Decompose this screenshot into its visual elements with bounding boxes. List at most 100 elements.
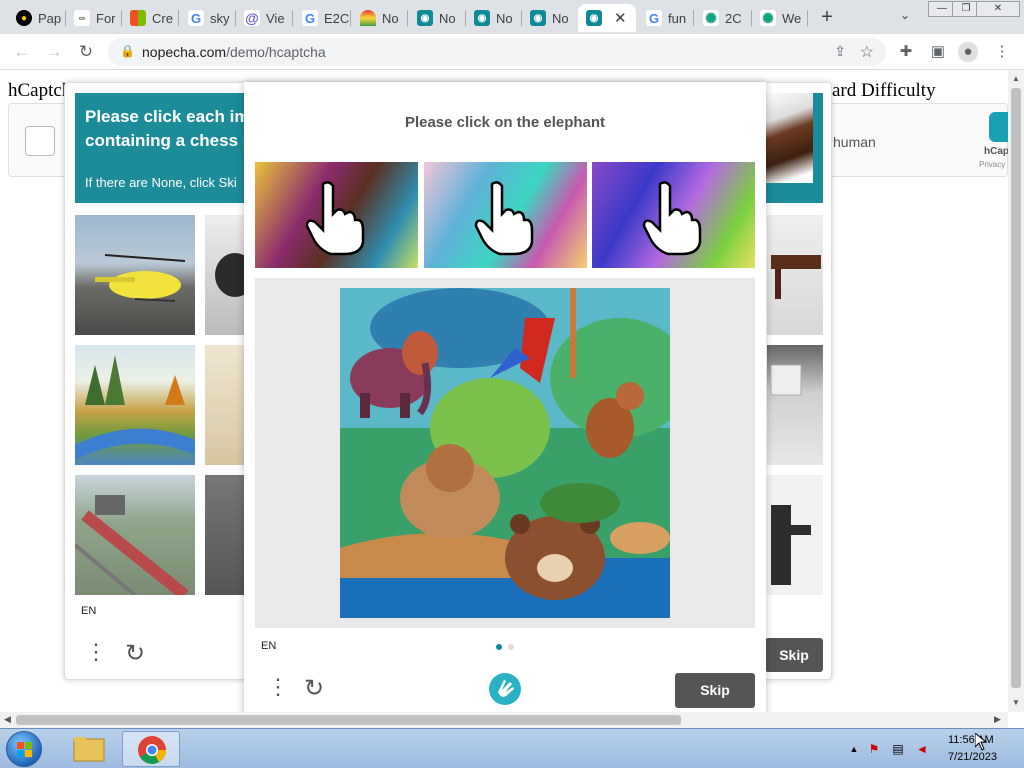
scroll-down-arrow-icon[interactable]: ▼ bbox=[1012, 698, 1020, 707]
tab-for[interactable]: ∞ For bbox=[66, 4, 123, 32]
pointer-hand-icon bbox=[642, 181, 702, 256]
tab-e2c[interactable]: G E2C bbox=[294, 4, 351, 32]
tab-label: No bbox=[496, 10, 513, 26]
privacy-link[interactable]: Privacy bbox=[979, 160, 1005, 169]
tab-no-rainbow[interactable]: No bbox=[352, 4, 409, 32]
tab-separator bbox=[407, 10, 408, 26]
image-tile-helicopter[interactable] bbox=[75, 215, 195, 335]
helicopter-image bbox=[95, 254, 186, 302]
tab-label: sky bbox=[210, 10, 230, 26]
language-selector[interactable]: EN bbox=[261, 640, 276, 652]
scroll-left-arrow-icon[interactable]: ◀ bbox=[4, 714, 11, 725]
image-tile-helicopter-2[interactable] bbox=[205, 215, 245, 335]
robot-icon: ◉ bbox=[474, 10, 490, 26]
network-icon[interactable]: ▤ bbox=[890, 741, 906, 757]
scroll-up-arrow-icon[interactable]: ▲ bbox=[1012, 74, 1020, 83]
tab-no-2[interactable]: ◉ No bbox=[466, 4, 523, 32]
refresh-icon[interactable]: ↻ bbox=[125, 639, 145, 668]
mouse-cursor-icon bbox=[975, 733, 987, 751]
tab-2c[interactable]: ✺ 2C bbox=[695, 4, 752, 32]
windows-taskbar: ▲ ⚑ ▤ ◄ 11:56 AM 7/21/2023 bbox=[0, 728, 1024, 768]
image-tile-chair-2[interactable] bbox=[767, 475, 823, 595]
skip-button[interactable]: Skip bbox=[765, 638, 823, 672]
tab-label: Pap bbox=[38, 10, 62, 26]
volume-muted-icon[interactable]: ◄ bbox=[914, 741, 930, 757]
menu-kebab-icon[interactable]: ⋮ bbox=[992, 42, 1012, 62]
extensions-icon[interactable]: ✚ bbox=[896, 42, 916, 62]
challenge-image[interactable] bbox=[340, 288, 670, 618]
tab-separator bbox=[292, 10, 293, 26]
image-tile-bed[interactable] bbox=[767, 215, 823, 335]
pointer-hand-icon bbox=[305, 181, 365, 256]
image-tile-2[interactable] bbox=[205, 345, 245, 465]
tab-active[interactable]: ◉ ✕ bbox=[578, 4, 636, 32]
chrome-icon bbox=[138, 736, 166, 764]
captcha-checkbox[interactable] bbox=[25, 126, 55, 156]
clock-date[interactable]: 7/21/2023 bbox=[948, 751, 997, 763]
image-tile-rollercoaster[interactable] bbox=[75, 475, 195, 595]
tab-label: 2C bbox=[725, 10, 742, 26]
tab-label: Vie bbox=[266, 10, 285, 26]
image-tile-chair[interactable] bbox=[767, 345, 823, 465]
tray-expand-icon[interactable]: ▲ bbox=[846, 741, 862, 757]
address-bar[interactable]: 🔒 nopecha.com/demo/hcaptcha ⇪ ☆ bbox=[108, 38, 886, 66]
vertical-scroll-thumb[interactable] bbox=[1011, 88, 1021, 688]
tab-label: No bbox=[552, 10, 569, 26]
challenge-prompt: Please click each im containing a chess … bbox=[85, 107, 254, 150]
reload-icon[interactable]: ↻ bbox=[74, 40, 98, 64]
google-icon: G bbox=[302, 10, 318, 26]
infinity-icon: ∞ bbox=[74, 10, 90, 26]
tab-separator bbox=[807, 10, 808, 26]
bookmark-star-icon[interactable]: ☆ bbox=[860, 42, 874, 62]
menu-dots-icon[interactable]: ⋮ bbox=[85, 641, 107, 663]
url-path: /demo/hcaptcha bbox=[226, 44, 326, 60]
microsoft-icon bbox=[130, 10, 146, 26]
close-window-button[interactable]: ✕ bbox=[976, 1, 1020, 17]
forward-arrow-icon[interactable]: → bbox=[42, 40, 66, 64]
lock-icon[interactable]: 🔒 bbox=[120, 44, 135, 58]
horizontal-scroll-thumb[interactable] bbox=[16, 715, 681, 725]
tab-search-icon[interactable]: ⌄ bbox=[896, 8, 914, 26]
windows-logo-icon bbox=[25, 750, 32, 757]
menu-dots-icon[interactable]: ⋮ bbox=[267, 676, 289, 698]
horizontal-scrollbar[interactable]: ◀ ▶ bbox=[0, 712, 1008, 728]
browser-toolbar: ← → ↻ 🔒 nopecha.com/demo/hcaptcha ⇪ ☆ ✚ … bbox=[0, 34, 1024, 70]
image-tile-river[interactable] bbox=[75, 345, 195, 465]
windows-logo-icon bbox=[25, 742, 32, 749]
scroll-right-arrow-icon[interactable]: ▶ bbox=[994, 714, 1001, 725]
tab-label: No bbox=[382, 10, 399, 26]
challenge-subtext: If there are None, click Ski bbox=[85, 175, 237, 190]
example-image-2 bbox=[424, 162, 587, 268]
flag-alert-icon[interactable]: ⚑ bbox=[866, 741, 882, 757]
start-button[interactable] bbox=[6, 731, 42, 767]
tab-vie[interactable]: @ Vie bbox=[236, 4, 293, 32]
tab-we[interactable]: ✺ We bbox=[752, 4, 809, 32]
profile-avatar-icon[interactable]: ● bbox=[958, 42, 978, 62]
pacman-icon: ● bbox=[16, 10, 32, 26]
refresh-icon[interactable]: ↻ bbox=[304, 674, 324, 703]
new-tab-button[interactable]: + bbox=[815, 6, 839, 30]
robot-icon: ◉ bbox=[417, 10, 433, 26]
tab-no-3[interactable]: ◉ No bbox=[522, 4, 579, 32]
chrome-taskbar-button[interactable] bbox=[122, 731, 180, 767]
close-tab-icon[interactable]: ✕ bbox=[614, 9, 627, 27]
tab-separator bbox=[350, 10, 351, 26]
tab-cre[interactable]: Cre bbox=[122, 4, 179, 32]
url-text[interactable]: nopecha.com/demo/hcaptcha bbox=[142, 44, 326, 60]
foreground-challenge: Please click on the elephant EN ⋮ ↻ Skip bbox=[244, 82, 766, 712]
tab-fun[interactable]: G fun bbox=[638, 4, 695, 32]
page-indicator-inactive bbox=[508, 644, 514, 650]
language-selector[interactable]: EN bbox=[81, 605, 96, 617]
back-arrow-icon[interactable]: ← bbox=[10, 40, 34, 64]
tab-pap[interactable]: ● Pap bbox=[8, 4, 65, 32]
file-explorer-button[interactable] bbox=[60, 731, 118, 767]
skip-button[interactable]: Skip bbox=[675, 673, 755, 708]
vertical-scrollbar[interactable]: ▲ ▼ bbox=[1008, 70, 1024, 712]
widget-brand: hCap bbox=[984, 146, 1008, 157]
image-tile-3[interactable] bbox=[205, 475, 245, 595]
side-panel-icon[interactable]: ▣ bbox=[928, 42, 948, 62]
share-icon[interactable]: ⇪ bbox=[834, 43, 846, 60]
tab-sky[interactable]: G sky bbox=[180, 4, 237, 32]
tab-no-1[interactable]: ◉ No bbox=[409, 4, 466, 32]
openai-icon: ✺ bbox=[760, 10, 776, 26]
